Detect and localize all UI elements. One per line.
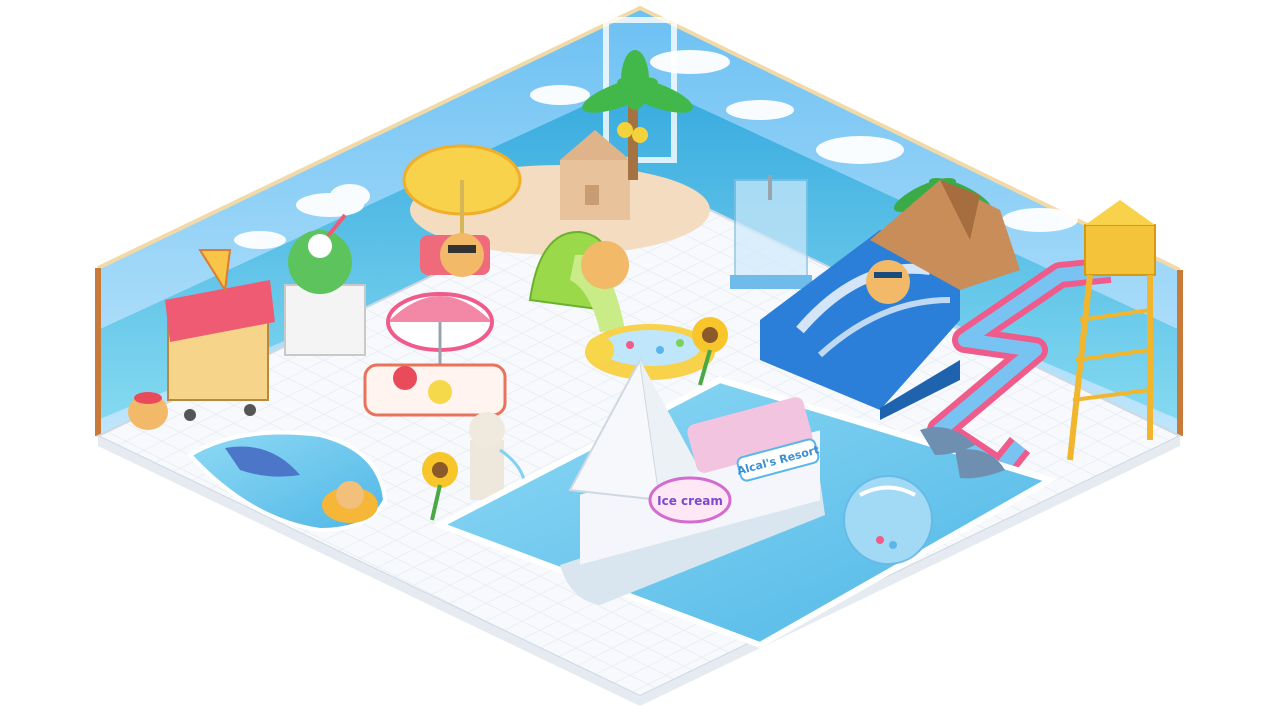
shower-booth[interactable] [730, 175, 812, 289]
boat-sign-1: Ice cream [648, 476, 732, 524]
beach-ball[interactable] [843, 475, 933, 565]
room-scene: Ice cream Alcal's Resort [95, 5, 1183, 706]
svg-text:Ice cream: Ice cream [657, 494, 723, 508]
